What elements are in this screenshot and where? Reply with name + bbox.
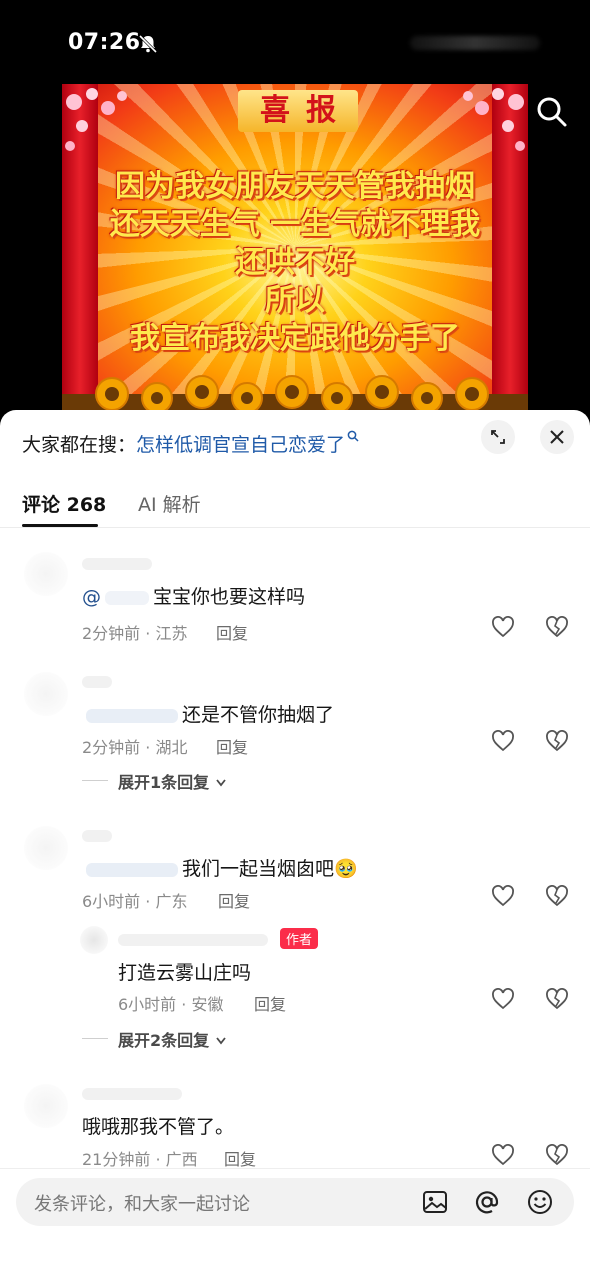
video-image[interactable]: 喜报 因为我女朋友天天管我抽烟 还天天生气 一生气就不理我 还哄不好 所以 我宣… — [62, 84, 528, 414]
comment-text: 哦哦那我不管了。 — [82, 1116, 235, 1138]
hero-banner-title: 喜报 — [238, 90, 358, 132]
expand-replies-button[interactable]: 展开2条回复 — [118, 1027, 227, 1051]
dislike-broken-heart-icon[interactable] — [545, 730, 569, 752]
hero-line: 因为我女朋友天天管我抽烟 — [115, 169, 475, 204]
tab-comments[interactable]: 评论 268 — [22, 490, 106, 517]
close-button[interactable] — [540, 420, 574, 454]
reply-text: 打造云雾山庄吗 — [118, 962, 252, 984]
mention-name-blurred[interactable] — [86, 862, 178, 877]
emoji-icon[interactable] — [527, 1189, 553, 1215]
expand-icon — [491, 430, 505, 444]
expand-divider — [82, 780, 108, 781]
reply-button[interactable]: 回复 — [224, 1146, 256, 1170]
dislike-broken-heart-icon[interactable] — [545, 1144, 569, 1166]
dislike-broken-heart-icon[interactable] — [545, 616, 569, 638]
comment-meta: 21分钟前 · 广西 — [82, 1150, 198, 1169]
reply-button[interactable]: 回复 — [254, 991, 286, 1015]
author-badge: 作者 — [280, 928, 319, 949]
blossom-left-decoration — [65, 88, 127, 151]
username-blurred[interactable] — [82, 676, 112, 688]
hero-line: 还天天生气 一生气就不理我 — [109, 207, 481, 242]
comment-input[interactable]: 发条评论，和大家一起讨论 — [16, 1178, 574, 1226]
hero-caption: 因为我女朋友天天管我抽烟 还天天生气 一生气就不理我 还哄不好 所以 我宣布我决… — [62, 168, 528, 358]
bell-off-icon — [138, 34, 158, 54]
blossom-right-decoration — [463, 88, 525, 151]
status-indicators-blurred — [410, 36, 540, 50]
input-divider — [0, 1168, 590, 1169]
like-heart-icon[interactable] — [491, 885, 515, 907]
expand-button[interactable] — [481, 420, 515, 454]
like-heart-icon[interactable] — [491, 988, 515, 1010]
username-blurred[interactable] — [82, 1088, 182, 1100]
chevron-down-icon — [216, 1037, 226, 1045]
comment-text: 还是不管你抽烟了 — [82, 700, 334, 727]
image-icon[interactable] — [422, 1189, 448, 1215]
dislike-broken-heart-icon[interactable] — [545, 988, 569, 1010]
avatar[interactable] — [24, 552, 68, 596]
search-icon[interactable] — [536, 96, 568, 128]
hero-line: 还哄不好 — [235, 245, 355, 280]
mention-name-blurred[interactable] — [86, 708, 178, 723]
dislike-broken-heart-icon[interactable] — [545, 885, 569, 907]
like-heart-icon[interactable] — [491, 616, 515, 638]
comment-text: 我们一起当烟囱吧🥹 — [82, 854, 358, 881]
comments-sheet: 大家都在搜：怎样低调官宣自己恋爱了 评论 268 AI 解析 @ 宝宝你也要这样吗… — [0, 410, 590, 1280]
comment-meta: 6小时前 · 广东 — [82, 892, 188, 911]
search-suggestion-query[interactable]: 怎样低调官宣自己恋爱了 — [136, 434, 345, 456]
reply-button[interactable]: 回复 — [216, 620, 248, 644]
like-heart-icon[interactable] — [491, 730, 515, 752]
search-suggestion-prefix: 大家都在搜： — [22, 434, 137, 456]
chevron-down-icon — [216, 779, 226, 787]
reply-meta: 6小时前 · 安徽 — [118, 995, 224, 1014]
mention-name-blurred — [105, 590, 149, 605]
comment-meta: 2分钟前 · 湖北 — [82, 738, 188, 757]
avatar[interactable] — [24, 826, 68, 870]
search-suggestion[interactable]: 大家都在搜：怎样低调官宣自己恋爱了 — [22, 430, 359, 457]
comment-text: @ 宝宝你也要这样吗 — [82, 586, 306, 608]
like-heart-icon[interactable] — [491, 1144, 515, 1166]
expand-replies-button[interactable]: 展开1条回复 — [118, 769, 227, 793]
username-blurred[interactable] — [118, 934, 268, 946]
comment-meta: 2分钟前 · 江苏 — [82, 624, 188, 643]
close-icon — [550, 430, 564, 444]
expand-divider — [82, 1038, 108, 1039]
avatar[interactable] — [24, 1084, 68, 1128]
avatar[interactable] — [24, 672, 68, 716]
status-time: 07:26 — [68, 30, 141, 55]
mention-at-icon[interactable] — [474, 1189, 500, 1215]
reply-button[interactable]: 回复 — [218, 888, 250, 912]
small-search-icon — [347, 430, 359, 442]
tab-ai-analysis[interactable]: AI 解析 — [138, 490, 201, 517]
mention[interactable]: @ — [82, 586, 101, 608]
tab-divider — [0, 527, 590, 528]
hero-line: 我宣布我决定跟他分手了 — [130, 321, 460, 356]
comment-input-placeholder: 发条评论，和大家一起讨论 — [34, 1194, 250, 1215]
hero-line: 所以 — [265, 283, 325, 318]
username-blurred[interactable] — [82, 830, 112, 842]
sunflowers-decoration — [62, 375, 528, 414]
avatar[interactable] — [80, 926, 108, 954]
username-blurred[interactable] — [82, 558, 152, 570]
reply-button[interactable]: 回复 — [216, 734, 248, 758]
